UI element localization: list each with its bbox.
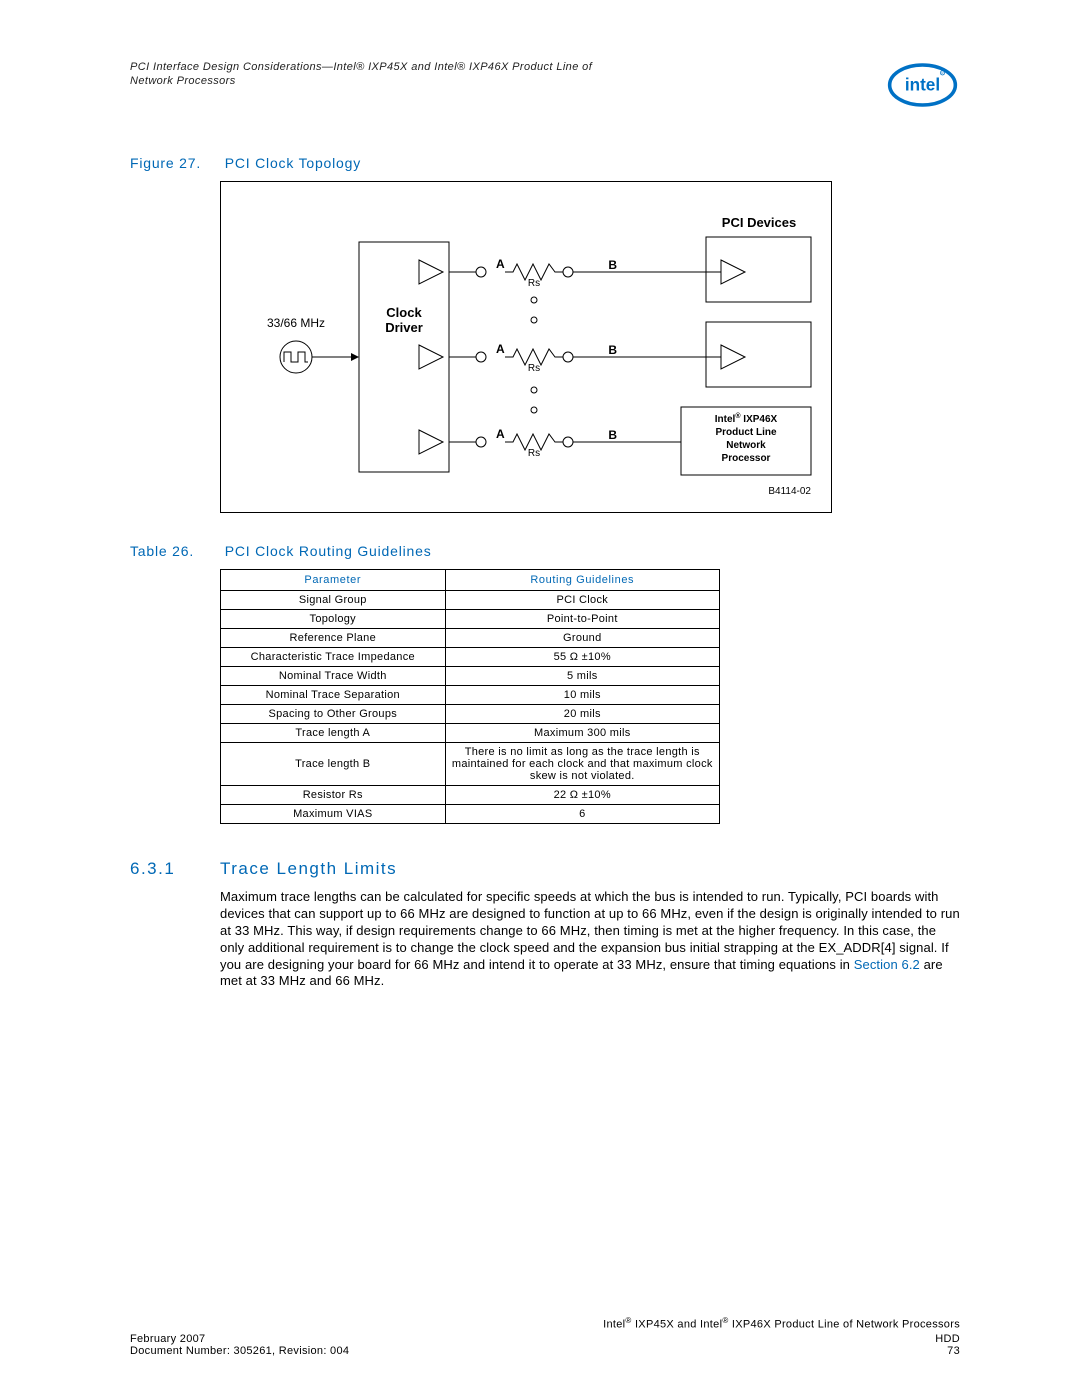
footer-date: February 2007	[130, 1333, 205, 1345]
cell-value: 6	[445, 805, 719, 824]
cell-value: 22 Ω ±10%	[445, 786, 719, 805]
table-title-text: PCI Clock Routing Guidelines	[225, 543, 432, 559]
section-link[interactable]: Section 6.2	[854, 957, 920, 972]
cell-value: Point-to-Point	[445, 610, 719, 629]
cell-value: Ground	[445, 629, 719, 648]
page-header: PCI Interface Design Considerations—Inte…	[130, 60, 960, 110]
cell-parameter: Trace length B	[221, 743, 446, 786]
section-number: 6.3.1	[130, 859, 220, 879]
figure-caption: Figure 27. PCI Clock Topology	[130, 155, 960, 171]
footer-docnum: Document Number: 305261, Revision: 004	[130, 1345, 349, 1357]
pci-clock-topology-diagram: 33/66 MHz Clock Driver A	[220, 181, 832, 513]
pci-clock-routing-table: Parameter Routing Guidelines Signal Grou…	[220, 569, 720, 824]
cell-value: 20 mils	[445, 705, 719, 724]
table-row: Resistor Rs22 Ω ±10%	[221, 786, 720, 805]
svg-text:Rs: Rs	[528, 448, 540, 459]
table-row: Trace length AMaximum 300 mils	[221, 724, 720, 743]
table-label: Table 26.	[130, 543, 220, 559]
cell-value: There is no limit as long as the trace l…	[445, 743, 719, 786]
cell-parameter: Nominal Trace Separation	[221, 686, 446, 705]
cell-parameter: Resistor Rs	[221, 786, 446, 805]
page-footer: Intel® IXP45X and Intel® IXP46X Product …	[130, 1316, 960, 1357]
figure-title: PCI Clock Topology	[225, 155, 361, 171]
table-row: Maximum VIAS6	[221, 805, 720, 824]
col-parameter: Parameter	[221, 570, 446, 591]
body-pre: Maximum trace lengths can be calculated …	[220, 889, 960, 972]
footer-product: Intel® IXP45X and Intel® IXP46X Product …	[603, 1316, 960, 1331]
svg-text:B4114-02: B4114-02	[768, 486, 811, 497]
cell-parameter: Characteristic Trace Impedance	[221, 648, 446, 667]
footer-hdd: HDD	[935, 1333, 960, 1345]
intel-logo: intel R	[885, 60, 960, 110]
svg-text:Rs: Rs	[528, 363, 540, 374]
cell-parameter: Signal Group	[221, 591, 446, 610]
svg-text:B: B	[608, 258, 617, 272]
cell-value: Maximum 300 mils	[445, 724, 719, 743]
header-title: PCI Interface Design Considerations—Inte…	[130, 60, 592, 89]
svg-text:intel: intel	[905, 75, 940, 95]
svg-text:A: A	[496, 427, 505, 441]
cell-value: 10 mils	[445, 686, 719, 705]
section-body: Maximum trace lengths can be calculated …	[220, 889, 960, 990]
cell-value: PCI Clock	[445, 591, 719, 610]
svg-text:Product Line: Product Line	[715, 427, 777, 438]
footer-pagenum: 73	[947, 1345, 960, 1357]
svg-text:Driver: Driver	[385, 320, 423, 335]
svg-text:Intel® IXP46X: Intel® IXP46X	[715, 412, 778, 425]
section-heading: 6.3.1 Trace Length Limits	[130, 859, 960, 879]
svg-text:B: B	[608, 428, 617, 442]
cell-parameter: Reference Plane	[221, 629, 446, 648]
table-row: Characteristic Trace Impedance55 Ω ±10%	[221, 648, 720, 667]
header-line2: Network Processors	[130, 75, 236, 87]
table-row: Spacing to Other Groups20 mils	[221, 705, 720, 724]
table-row: Nominal Trace Separation10 mils	[221, 686, 720, 705]
header-line1: PCI Interface Design Considerations—Inte…	[130, 61, 592, 73]
cell-parameter: Nominal Trace Width	[221, 667, 446, 686]
cell-value: 5 mils	[445, 667, 719, 686]
cell-parameter: Trace length A	[221, 724, 446, 743]
cell-value: 55 Ω ±10%	[445, 648, 719, 667]
table-row: Nominal Trace Width5 mils	[221, 667, 720, 686]
table-caption: Table 26. PCI Clock Routing Guidelines	[130, 543, 960, 559]
svg-text:Rs: Rs	[528, 278, 540, 289]
svg-text:R: R	[941, 72, 944, 76]
figure-label: Figure 27.	[130, 155, 220, 171]
cell-parameter: Spacing to Other Groups	[221, 705, 446, 724]
svg-text:Network: Network	[726, 440, 766, 451]
svg-text:PCI Devices: PCI Devices	[722, 215, 796, 230]
col-guidelines: Routing Guidelines	[445, 570, 719, 591]
svg-text:Clock: Clock	[386, 305, 422, 320]
section-title: Trace Length Limits	[220, 859, 397, 879]
table-row: Trace length BThere is no limit as long …	[221, 743, 720, 786]
svg-text:A: A	[496, 257, 505, 271]
cell-parameter: Topology	[221, 610, 446, 629]
cell-parameter: Maximum VIAS	[221, 805, 446, 824]
svg-text:Processor: Processor	[722, 453, 771, 464]
svg-text:33/66 MHz: 33/66 MHz	[267, 316, 325, 330]
table-row: TopologyPoint-to-Point	[221, 610, 720, 629]
svg-text:B: B	[608, 343, 617, 357]
table-row: Reference PlaneGround	[221, 629, 720, 648]
table-row: Signal GroupPCI Clock	[221, 591, 720, 610]
svg-text:A: A	[496, 342, 505, 356]
